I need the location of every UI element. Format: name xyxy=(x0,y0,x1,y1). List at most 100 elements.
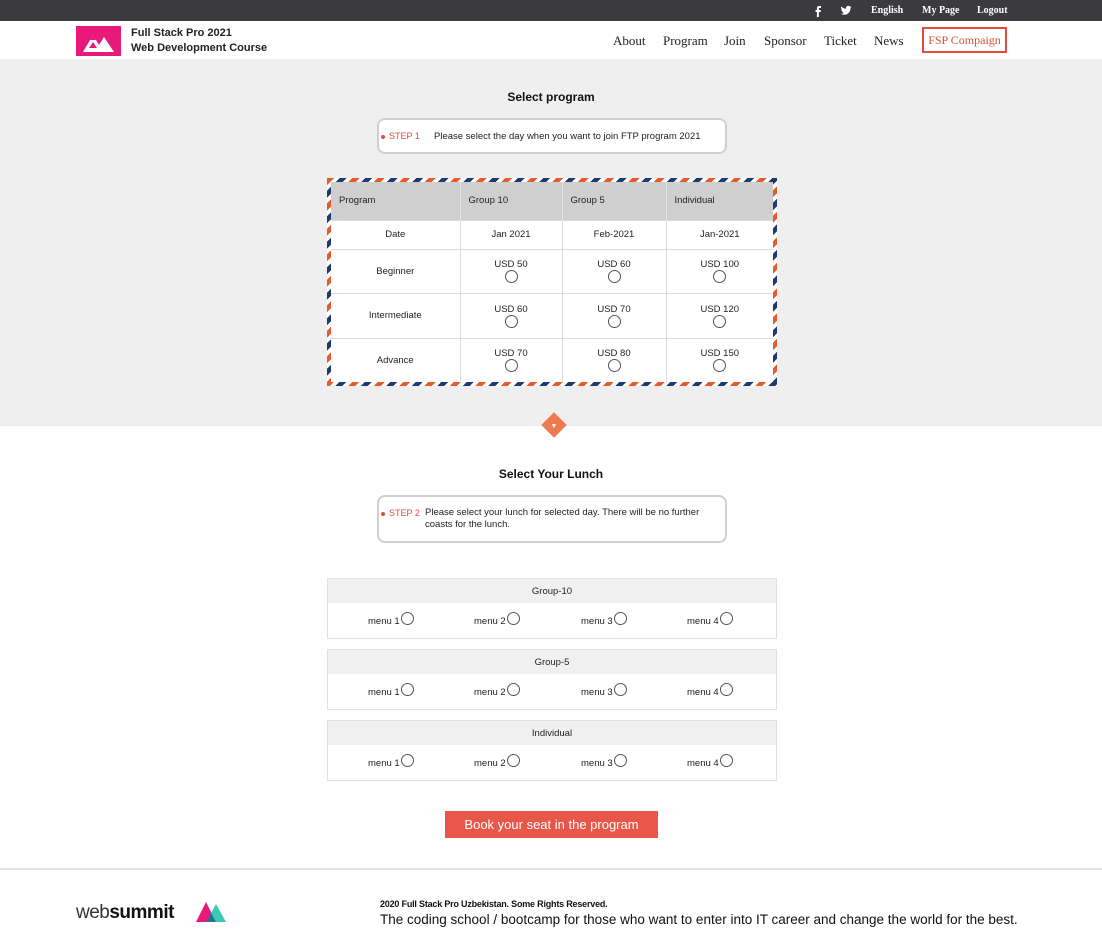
menu-option[interactable]: menu 1 xyxy=(368,754,414,769)
menu-radio[interactable] xyxy=(400,683,414,696)
book-seat-button[interactable]: Book your seat in the program xyxy=(445,811,658,838)
menu-radio[interactable] xyxy=(506,754,520,767)
menu-option[interactable]: menu 4 xyxy=(687,683,733,698)
menu-option[interactable]: menu 3 xyxy=(581,754,627,769)
step2-label: STEP 2 xyxy=(389,508,420,518)
menu-label: menu 4 xyxy=(687,758,719,769)
price-label: USD 150 xyxy=(700,348,740,360)
lunch-title: Select Your Lunch xyxy=(498,467,604,481)
my-page-link[interactable]: My Page xyxy=(922,0,960,21)
program-radio[interactable] xyxy=(607,359,621,373)
price-label: USD 70 xyxy=(597,303,631,315)
step1-label: STEP 1 xyxy=(389,131,420,141)
lunch-menu-row: menu 1 menu 2 menu 3 menu 4 xyxy=(328,745,776,780)
nav-ticket[interactable]: Ticket xyxy=(824,33,857,49)
websummit-logo[interactable]: websummit xyxy=(76,902,174,924)
step2-box: STEP 2 Please select your lunch for sele… xyxy=(377,495,727,543)
menu-option[interactable]: menu 1 xyxy=(368,683,414,698)
lunch-group-name: Individual xyxy=(328,721,776,745)
program-radio[interactable] xyxy=(504,314,518,328)
date-label: Date xyxy=(331,219,461,249)
menu-radio[interactable] xyxy=(506,612,520,625)
nav-program[interactable]: Program xyxy=(663,33,708,49)
program-radio[interactable] xyxy=(607,314,621,328)
site-header: Full Stack Pro 2021 Web Development Cour… xyxy=(0,21,1102,59)
price-label: USD 70 xyxy=(494,348,528,360)
lunch-group-individual: Individual menu 1 menu 2 menu 3 menu 4 xyxy=(327,720,777,781)
price-label: USD 80 xyxy=(597,348,631,360)
chevron-down-icon: ▼ xyxy=(550,423,558,430)
program-table-frame: Program Group 10 Group 5 Individual Date… xyxy=(327,178,777,386)
menu-label: menu 4 xyxy=(687,616,719,627)
footer-tagline: The coding school / bootcamp for those w… xyxy=(380,912,1018,927)
menu-option[interactable]: menu 2 xyxy=(474,612,520,627)
menu-option[interactable]: menu 3 xyxy=(581,612,627,627)
brand-subtitle: Web Development Course xyxy=(131,42,268,54)
logo-text-bold: summit xyxy=(109,902,174,923)
menu-label: menu 1 xyxy=(368,616,400,627)
menu-radio[interactable] xyxy=(719,683,733,696)
price-cell: USD 120 xyxy=(666,293,773,339)
price-label: USD 100 xyxy=(700,259,740,271)
column-header: Group 10 xyxy=(460,182,563,220)
nav-about[interactable]: About xyxy=(613,33,646,49)
copyright-text: 2020 Full Stack Pro Uzbekistan. Some Rig… xyxy=(380,899,608,909)
language-link[interactable]: English xyxy=(871,0,903,21)
nav-news[interactable]: News xyxy=(874,33,904,49)
site-logo[interactable] xyxy=(76,26,121,56)
menu-radio[interactable] xyxy=(613,683,627,696)
menu-radio[interactable] xyxy=(613,754,627,767)
column-header: Program xyxy=(331,182,461,220)
menu-radio[interactable] xyxy=(506,683,520,696)
price-cell: USD 70 xyxy=(562,293,667,339)
menu-radio[interactable] xyxy=(613,612,627,625)
menu-label: menu 3 xyxy=(581,616,613,627)
menu-option[interactable]: menu 3 xyxy=(581,683,627,698)
menu-option[interactable]: menu 4 xyxy=(687,754,733,769)
price-cell: USD 100 xyxy=(666,248,773,294)
column-header: Group 5 xyxy=(562,182,667,220)
logout-link[interactable]: Logout xyxy=(977,0,1008,21)
program-radio[interactable] xyxy=(713,314,727,328)
program-radio[interactable] xyxy=(713,270,727,284)
price-cell: USD 60 xyxy=(460,293,563,339)
step2-text-line2: coasts for the lunch. xyxy=(425,519,511,530)
program-radio[interactable] xyxy=(713,359,727,373)
table-row: Date Jan 2021 Feb-2021 Jan-2021 xyxy=(331,219,773,249)
price-cell: USD 60 xyxy=(562,248,667,294)
menu-option[interactable]: menu 2 xyxy=(474,683,520,698)
price-cell: USD 50 xyxy=(460,248,563,294)
menu-option[interactable]: menu 2 xyxy=(474,754,520,769)
lunch-group-10: Group-10 menu 1 menu 2 menu 3 menu 4 xyxy=(327,578,777,639)
logo-text-light: web xyxy=(76,902,110,923)
step1-text: Please select the day when you want to j… xyxy=(434,131,701,142)
brand-title: Full Stack Pro 2021 xyxy=(131,27,232,39)
menu-label: menu 1 xyxy=(368,687,400,698)
lunch-group-5: Group-5 menu 1 menu 2 menu 3 menu 4 xyxy=(327,649,777,710)
nav-campaign-button[interactable]: FSP Compaign xyxy=(922,27,1007,53)
menu-radio[interactable] xyxy=(719,754,733,767)
column-header: Individual xyxy=(666,182,773,220)
facebook-icon[interactable] xyxy=(814,0,822,21)
program-table: Program Group 10 Group 5 Individual Date… xyxy=(331,182,773,382)
price-label: USD 60 xyxy=(597,259,631,271)
menu-label: menu 2 xyxy=(474,687,506,698)
nav-join[interactable]: Join xyxy=(724,33,746,49)
level-cell: Advance xyxy=(331,337,461,382)
menu-option[interactable]: menu 1 xyxy=(368,612,414,627)
menu-radio[interactable] xyxy=(400,754,414,767)
menu-label: menu 2 xyxy=(474,758,506,769)
menu-label: menu 3 xyxy=(581,687,613,698)
price-label: USD 60 xyxy=(494,303,528,315)
twitter-icon[interactable] xyxy=(840,0,852,21)
menu-option[interactable]: menu 4 xyxy=(687,612,733,627)
nav-sponsor[interactable]: Sponsor xyxy=(764,33,807,49)
price-label: USD 120 xyxy=(700,303,740,315)
program-radio[interactable] xyxy=(607,270,621,284)
menu-radio[interactable] xyxy=(719,612,733,625)
table-row: Intermediate USD 60 USD 70 USD 120 xyxy=(331,293,773,339)
program-radio[interactable] xyxy=(504,270,518,284)
program-title: Select program xyxy=(507,90,595,104)
menu-radio[interactable] xyxy=(400,612,414,625)
program-radio[interactable] xyxy=(504,359,518,373)
